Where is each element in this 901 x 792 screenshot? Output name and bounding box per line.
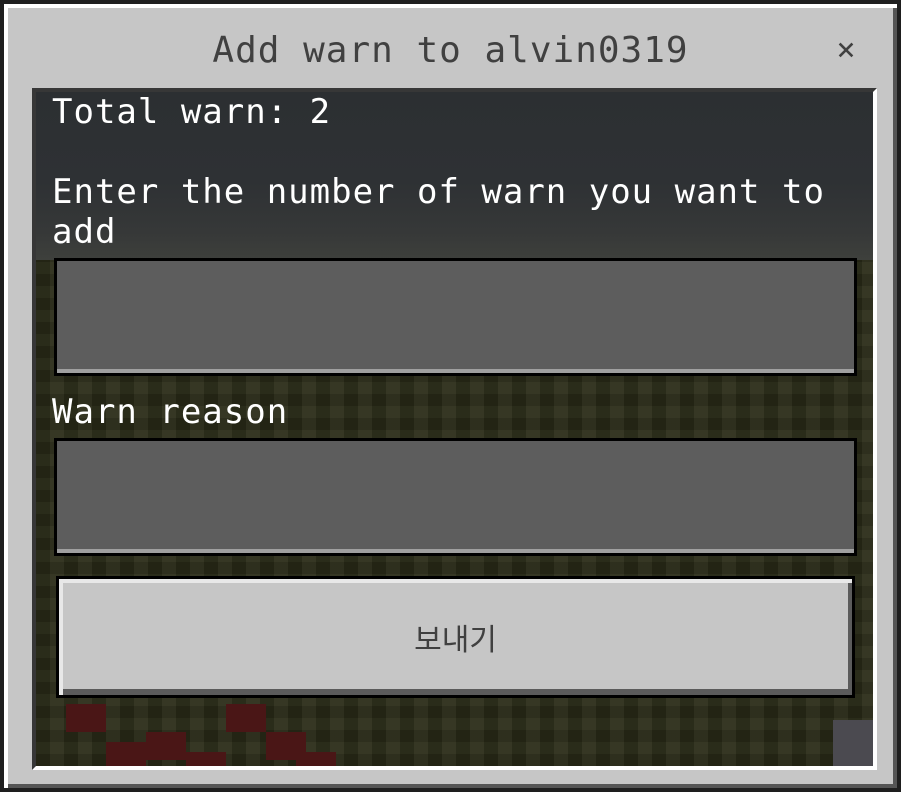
- form-content: Total warn: 2 Enter the number of warn y…: [36, 92, 873, 766]
- submit-button[interactable]: 보내기: [56, 576, 855, 698]
- form-dialog: Add warn to alvin0319 × Total warn: 2 En…: [0, 0, 901, 792]
- warn-count-input[interactable]: [54, 258, 857, 376]
- warn-reason-input[interactable]: [54, 438, 857, 556]
- dialog-title: Add warn to alvin0319: [212, 30, 689, 71]
- warn-reason-label: Warn reason: [52, 392, 289, 432]
- form-panel: Total warn: 2 Enter the number of warn y…: [32, 88, 877, 770]
- warn-count-prompt: Enter the number of warn you want to add: [52, 172, 825, 252]
- close-icon[interactable]: ×: [829, 30, 863, 68]
- total-warn-label: Total warn: 2: [52, 92, 332, 132]
